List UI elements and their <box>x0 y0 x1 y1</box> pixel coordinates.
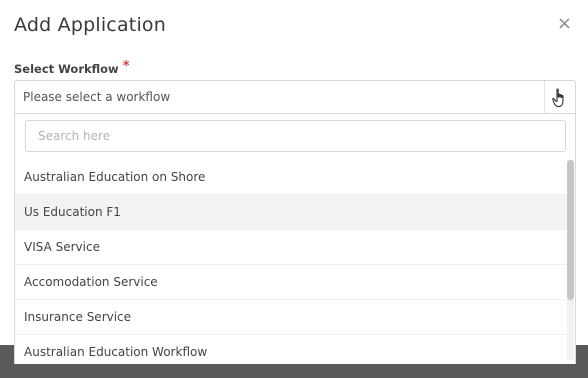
add-application-dialog: Add Application × Select Workflow * Pleas… <box>0 0 588 364</box>
dialog-title: Add Application <box>14 14 166 36</box>
workflow-select-value: Please select a workflow <box>23 90 171 104</box>
workflow-option[interactable]: Australian Education on Shore <box>15 160 568 195</box>
scrollbar-thumb[interactable] <box>567 160 574 300</box>
workflow-select-toggle[interactable] <box>544 81 575 113</box>
workflow-option[interactable]: VISA Service <box>15 230 568 265</box>
workflow-option[interactable]: Us Education F1 <box>15 195 568 230</box>
workflow-option[interactable]: Australian Education Workflow <box>15 335 568 364</box>
workflow-select[interactable]: Please select a workflow <box>14 80 576 114</box>
workflow-option[interactable]: Insurance Service <box>15 300 568 335</box>
search-wrapper <box>25 120 566 152</box>
hand-cursor-icon <box>552 88 564 107</box>
workflow-options-list: Australian Education on Shore Us Educati… <box>15 160 568 364</box>
select-workflow-label: Select Workflow * <box>14 59 130 77</box>
select-workflow-label-text: Select Workflow <box>14 62 119 76</box>
workflow-search-input[interactable] <box>25 120 566 152</box>
close-icon[interactable]: × <box>557 14 572 34</box>
workflow-dropdown: Australian Education on Shore Us Educati… <box>14 114 576 364</box>
workflow-option[interactable]: Accomodation Service <box>15 265 568 300</box>
dropdown-scrollbar[interactable] <box>567 160 574 360</box>
required-marker: * <box>122 59 130 74</box>
